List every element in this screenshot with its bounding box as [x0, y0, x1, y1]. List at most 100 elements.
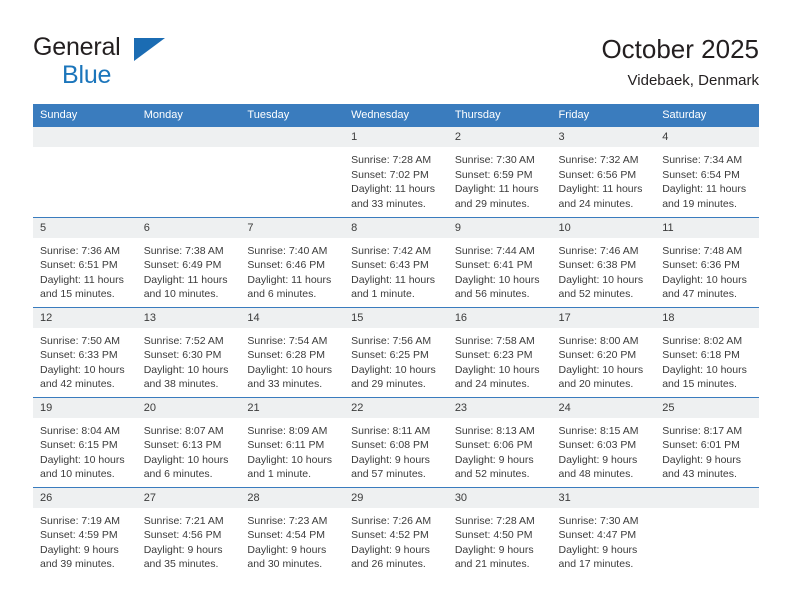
- calendar-day-cell[interactable]: 4 Sunrise: 7:34 AM Sunset: 6:54 PM Daylight…: [655, 127, 759, 217]
- day-number: 28: [240, 487, 345, 508]
- sunrise-time: Sunrise: 7:32 AM: [558, 154, 639, 166]
- sunset-time: Sunset: 6:20 PM: [558, 349, 637, 362]
- day-number: 18: [655, 307, 759, 328]
- day-details: Sunrise: 8:09 AM Sunset: 6:11 PM Daylight:…: [240, 418, 344, 482]
- sunset-time: Sunset: 6:03 PM: [558, 439, 637, 452]
- calendar-day-cell[interactable]: 19 Sunrise: 8:04 AM Sunset: 6:15 PM Dayligh…: [33, 396, 137, 487]
- sunset-time: Sunset: 6:18 PM: [662, 349, 740, 362]
- calendar-day-cell[interactable]: 3 Sunrise: 7:32 AM Sunset: 6:56 PM Daylight…: [551, 127, 656, 217]
- daylight-duration-line2: and 42 minutes.: [40, 378, 115, 391]
- calendar-day-cell-empty: [655, 486, 759, 577]
- day-number: [240, 127, 345, 147]
- sunrise-time: Sunrise: 7:54 AM: [247, 334, 328, 347]
- day-number: 11: [655, 217, 759, 238]
- day-details: Sunrise: 7:23 AM Sunset: 4:54 PM Daylight:…: [240, 508, 344, 572]
- sunset-time: Sunset: 6:49 PM: [143, 259, 222, 272]
- calendar-day-cell[interactable]: 15 Sunrise: 7:56 AM Sunset: 6:25 PM Dayligh…: [344, 306, 448, 397]
- calendar-day-cell[interactable]: 22 Sunrise: 8:11 AM Sunset: 6:08 PM Dayligh…: [344, 396, 448, 487]
- sunset-time: Sunset: 4:56 PM: [143, 529, 222, 542]
- day-number: 10: [551, 217, 656, 238]
- daylight-duration-line1: Daylight: 9 hours: [143, 543, 223, 556]
- sunrise-time: Sunrise: 8:09 AM: [247, 424, 328, 437]
- calendar-week-row: 26 Sunrise: 7:19 AM Sunset: 4:59 PM Dayligh…: [33, 486, 759, 577]
- weekday-header-thursday: Thursday: [447, 104, 552, 127]
- calendar-day-cell[interactable]: 29 Sunrise: 7:26 AM Sunset: 4:52 PM Dayligh…: [344, 486, 448, 577]
- daylight-duration-line1: Daylight: 10 hours: [40, 453, 125, 466]
- daylight-duration-line1: Daylight: 10 hours: [351, 363, 436, 376]
- calendar-day-cell[interactable]: 20 Sunrise: 8:07 AM Sunset: 6:13 PM Dayligh…: [136, 396, 241, 487]
- day-details: Sunrise: 7:30 AM Sunset: 6:59 PM Daylight:…: [448, 147, 552, 211]
- calendar-week-row: 12 Sunrise: 7:50 AM Sunset: 6:33 PM Dayligh…: [33, 306, 759, 397]
- calendar-day-cell[interactable]: 5 Sunrise: 7:36 AM Sunset: 6:51 PM Daylight…: [33, 216, 137, 307]
- calendar-day-cell[interactable]: 23 Sunrise: 8:13 AM Sunset: 6:06 PM Dayligh…: [447, 396, 552, 487]
- day-number: 1: [344, 127, 448, 147]
- daylight-duration-line2: and 6 minutes.: [143, 468, 213, 481]
- calendar-day-cell[interactable]: 28 Sunrise: 7:23 AM Sunset: 4:54 PM Dayligh…: [240, 486, 345, 577]
- day-number: 26: [33, 487, 137, 508]
- calendar-day-cell[interactable]: 9 Sunrise: 7:44 AM Sunset: 6:41 PM Daylight…: [447, 216, 552, 307]
- calendar-day-cell[interactable]: 13 Sunrise: 7:52 AM Sunset: 6:30 PM Dayligh…: [136, 306, 241, 397]
- calendar-day-cell[interactable]: 6 Sunrise: 7:38 AM Sunset: 6:49 PM Daylight…: [136, 216, 241, 307]
- day-details: Sunrise: 7:44 AM Sunset: 6:41 PM Daylight:…: [448, 238, 552, 302]
- daylight-duration-line2: and 33 minutes.: [351, 197, 426, 210]
- calendar-day-cell[interactable]: 8 Sunrise: 7:42 AM Sunset: 6:43 PM Daylight…: [344, 216, 448, 307]
- location-subtitle: Videbaek, Denmark: [627, 72, 759, 89]
- day-details: Sunrise: 7:38 AM Sunset: 6:49 PM Daylight:…: [137, 238, 241, 302]
- daylight-duration-line1: Daylight: 10 hours: [662, 273, 747, 286]
- daylight-duration-line2: and 38 minutes.: [143, 378, 219, 391]
- sunrise-time: Sunrise: 7:58 AM: [454, 334, 535, 347]
- day-details: Sunrise: 7:28 AM Sunset: 4:50 PM Daylight:…: [448, 508, 552, 572]
- logo-text-blue: Blue: [62, 61, 112, 89]
- calendar-day-cell[interactable]: 12 Sunrise: 7:50 AM Sunset: 6:33 PM Dayligh…: [33, 306, 137, 397]
- sunrise-time: Sunrise: 7:19 AM: [40, 514, 120, 527]
- calendar-day-cell[interactable]: 27 Sunrise: 7:21 AM Sunset: 4:56 PM Dayligh…: [136, 486, 241, 577]
- calendar-day-cell[interactable]: 1 Sunrise: 7:28 AM Sunset: 7:02 PM Daylight…: [344, 127, 448, 217]
- calendar-day-cell[interactable]: 10 Sunrise: 7:46 AM Sunset: 6:38 PM Dayligh…: [551, 216, 656, 307]
- day-number: 14: [240, 307, 345, 328]
- sunset-time: Sunset: 6:33 PM: [40, 349, 118, 362]
- calendar-day-cell[interactable]: 7 Sunrise: 7:40 AM Sunset: 6:46 PM Daylight…: [240, 216, 345, 307]
- daylight-duration-line2: and 24 minutes.: [558, 197, 634, 210]
- calendar-day-cell[interactable]: 2 Sunrise: 7:30 AM Sunset: 6:59 PM Daylight…: [447, 127, 552, 217]
- daylight-duration-line2: and 48 minutes.: [558, 468, 634, 481]
- calendar-day-cell[interactable]: 31 Sunrise: 7:30 AM Sunset: 4:47 PM Dayligh…: [551, 486, 656, 577]
- calendar-day-cell[interactable]: 21 Sunrise: 8:09 AM Sunset: 6:11 PM Dayligh…: [240, 396, 345, 487]
- day-details: Sunrise: 7:56 AM Sunset: 6:25 PM Daylight:…: [344, 328, 448, 392]
- day-number: 7: [240, 217, 345, 238]
- daylight-duration-line1: Daylight: 9 hours: [454, 543, 534, 556]
- sunset-time: Sunset: 6:54 PM: [662, 168, 740, 181]
- sunrise-time: Sunrise: 7:23 AM: [247, 514, 328, 527]
- calendar-day-cell[interactable]: 17 Sunrise: 8:00 AM Sunset: 6:20 PM Dayligh…: [551, 306, 656, 397]
- sunrise-time: Sunrise: 8:07 AM: [143, 424, 224, 437]
- sunrise-time: Sunrise: 7:36 AM: [40, 244, 120, 257]
- weekday-header-row: Sunday Monday Tuesday Wednesday Thursday…: [33, 104, 759, 127]
- day-number: 5: [33, 217, 137, 238]
- sunrise-time: Sunrise: 7:30 AM: [454, 154, 535, 166]
- day-number: 6: [136, 217, 241, 238]
- daylight-duration-line1: Daylight: 9 hours: [662, 453, 742, 466]
- sunrise-time: Sunrise: 7:34 AM: [662, 154, 743, 166]
- calendar-day-cell[interactable]: 16 Sunrise: 7:58 AM Sunset: 6:23 PM Dayligh…: [447, 306, 552, 397]
- daylight-duration-line1: Daylight: 10 hours: [558, 273, 644, 286]
- calendar-day-cell[interactable]: 30 Sunrise: 7:28 AM Sunset: 4:50 PM Dayligh…: [447, 486, 552, 577]
- sunset-time: Sunset: 6:28 PM: [247, 349, 326, 362]
- sunrise-sunset-calendar: Sunday Monday Tuesday Wednesday Thursday…: [33, 104, 759, 577]
- sunset-time: Sunset: 4:47 PM: [558, 529, 637, 542]
- day-details: Sunrise: 7:54 AM Sunset: 6:28 PM Daylight:…: [240, 328, 344, 392]
- calendar-day-cell[interactable]: 25 Sunrise: 8:17 AM Sunset: 6:01 PM Dayligh…: [655, 396, 759, 487]
- daylight-duration-line1: Daylight: 10 hours: [40, 363, 125, 376]
- day-number: 15: [344, 307, 448, 328]
- sunrise-time: Sunrise: 7:28 AM: [454, 514, 535, 527]
- calendar-day-cell[interactable]: 26 Sunrise: 7:19 AM Sunset: 4:59 PM Dayligh…: [33, 486, 137, 577]
- sunrise-time: Sunrise: 7:48 AM: [662, 244, 743, 257]
- generalblue-logo[interactable]: General Blue: [33, 35, 243, 91]
- day-number: 3: [551, 127, 656, 147]
- day-number: 8: [344, 217, 448, 238]
- sunrise-time: Sunrise: 7:42 AM: [351, 244, 432, 257]
- calendar-day-cell[interactable]: 24 Sunrise: 8:15 AM Sunset: 6:03 PM Dayligh…: [551, 396, 656, 487]
- daylight-duration-line2: and 24 minutes.: [454, 378, 530, 391]
- calendar-day-cell[interactable]: 11 Sunrise: 7:48 AM Sunset: 6:36 PM Dayligh…: [655, 216, 759, 307]
- calendar-day-cell[interactable]: 18 Sunrise: 8:02 AM Sunset: 6:18 PM Dayligh…: [655, 306, 759, 397]
- sunrise-time: Sunrise: 7:44 AM: [454, 244, 535, 257]
- calendar-day-cell[interactable]: 14 Sunrise: 7:54 AM Sunset: 6:28 PM Dayligh…: [240, 306, 345, 397]
